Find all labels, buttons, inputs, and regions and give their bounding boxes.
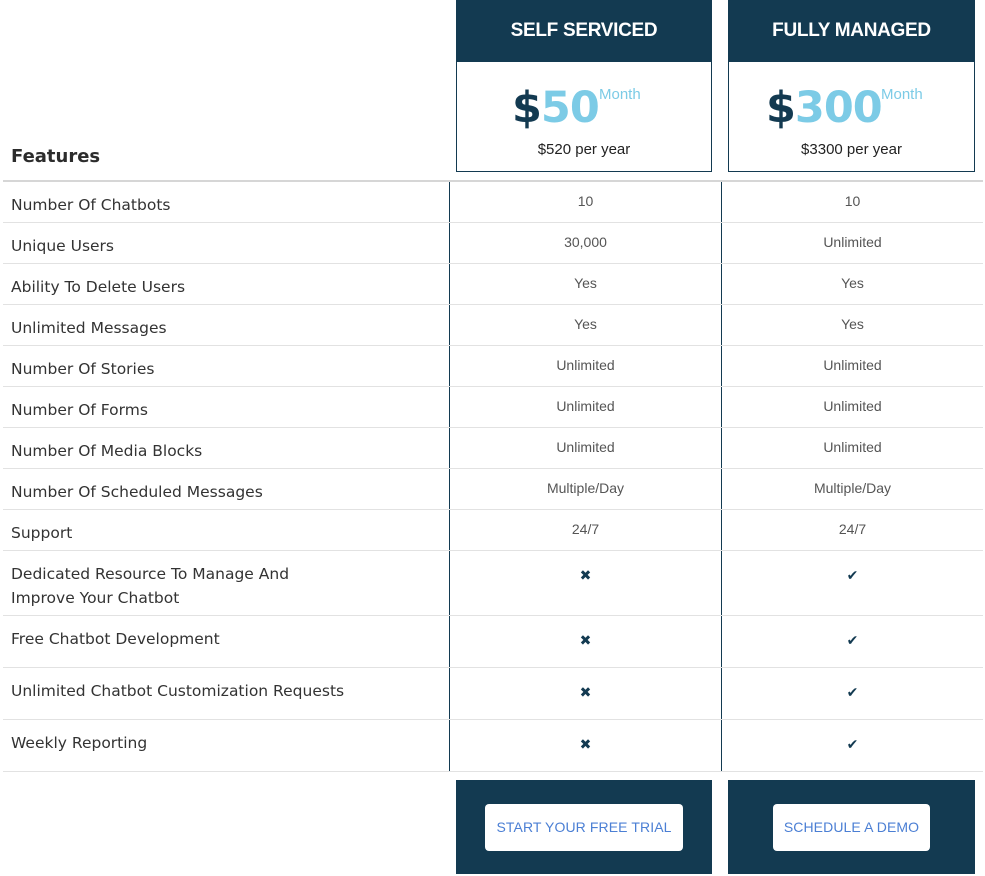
check-icon: ✔ [846, 568, 859, 584]
price-yearly: $520 per year [537, 141, 631, 158]
feature-label: Number Of Media Blocks [11, 442, 203, 460]
fully-managed-value: 24/7 [721, 510, 983, 550]
price-amount: 300 [794, 83, 883, 133]
price-currency: $ [766, 83, 796, 133]
fully-managed-value: 10 [721, 182, 983, 222]
plan-title: SELF SERVICED [456, 0, 712, 62]
fully-managed-value: Unlimited [721, 346, 983, 386]
check-icon: ✔ [846, 685, 859, 701]
feature-label: Ability To Delete Users [11, 278, 186, 296]
table-row: Support 24/7 24/7 [3, 510, 983, 551]
fully-managed-value: Unlimited [721, 223, 983, 263]
self-serviced-value: Unlimited [449, 387, 721, 427]
self-serviced-value: 30,000 [449, 223, 721, 263]
price-currency: $ [512, 83, 542, 133]
self-serviced-value: Yes [449, 264, 721, 304]
feature-label: Unlimited Messages [11, 319, 167, 337]
table-row: Number Of Forms Unlimited Unlimited [3, 387, 983, 428]
fully-managed-value: ✔ [721, 668, 983, 719]
plan-title: FULLY MANAGED [728, 0, 975, 62]
plan-fully-managed: FULLY MANAGED $300 Month $3300 per year [728, 0, 975, 172]
feature-label: Number Of Chatbots [11, 196, 171, 214]
fully-managed-value: ✔ [721, 551, 983, 615]
fully-managed-value: ✔ [721, 720, 983, 771]
table-row: Number Of Media Blocks Unlimited Unlimit… [3, 428, 983, 469]
feature-label: Number Of Scheduled Messages [11, 483, 263, 501]
cross-icon: ✖ [579, 737, 592, 753]
self-serviced-value: ✖ [449, 720, 721, 771]
table-row: Weekly Reporting ✖ ✔ [3, 720, 983, 772]
self-serviced-value: Unlimited [449, 428, 721, 468]
table-row: Ability To Delete Users Yes Yes [3, 264, 983, 305]
table-row: Unlimited Chatbot Customization Requests… [3, 668, 983, 720]
self-serviced-value: Yes [449, 305, 721, 345]
self-serviced-cta-panel: START YOUR FREE TRIAL [456, 780, 712, 874]
price-period: Month [881, 86, 923, 103]
table-row: Unlimited Messages Yes Yes [3, 305, 983, 346]
start-free-trial-button[interactable]: START YOUR FREE TRIAL [485, 803, 683, 851]
feature-label: Unique Users [11, 237, 115, 255]
price-yearly: $3300 per year [801, 141, 902, 158]
table-row: Free Chatbot Development ✖ ✔ [3, 616, 983, 668]
comparison-table: Number Of Chatbots 10 10 Unique Users 30… [3, 180, 983, 772]
table-row: Unique Users 30,000 Unlimited [3, 223, 983, 264]
feature-label: Support [11, 524, 73, 542]
self-serviced-value: Unlimited [449, 346, 721, 386]
plan-price-box: $50 Month $520 per year [456, 62, 712, 172]
fully-managed-value: Multiple/Day [721, 469, 983, 509]
feature-label: Unlimited Chatbot Customization Requests [11, 682, 345, 700]
price-value: $50 [512, 80, 600, 136]
plan-price-box: $300 Month $3300 per year [728, 62, 975, 172]
cross-icon: ✖ [579, 568, 592, 584]
price-amount: 50 [540, 83, 600, 133]
price-period: Month [599, 86, 641, 103]
features-heading: Features [11, 146, 101, 167]
self-serviced-value: ✖ [449, 668, 721, 719]
self-serviced-value: ✖ [449, 551, 721, 615]
cross-icon: ✖ [579, 685, 592, 701]
fully-managed-value: Yes [721, 305, 983, 345]
feature-label: Number Of Forms [11, 401, 148, 419]
table-row: Number Of Chatbots 10 10 [3, 182, 983, 223]
check-icon: ✔ [846, 737, 859, 753]
fully-managed-value: Unlimited [721, 428, 983, 468]
fully-managed-value: Yes [721, 264, 983, 304]
self-serviced-value: 10 [449, 182, 721, 222]
feature-label: Free Chatbot Development [11, 630, 220, 648]
feature-label: Number Of Stories [11, 360, 155, 378]
self-serviced-value: Multiple/Day [449, 469, 721, 509]
table-row: Number Of Scheduled Messages Multiple/Da… [3, 469, 983, 510]
feature-label: Weekly Reporting [11, 734, 148, 752]
fully-managed-value: Unlimited [721, 387, 983, 427]
self-serviced-value: ✖ [449, 616, 721, 667]
fully-managed-cta-panel: SCHEDULE A DEMO [728, 780, 975, 874]
table-row: Number Of Stories Unlimited Unlimited [3, 346, 983, 387]
schedule-demo-button[interactable]: SCHEDULE A DEMO [772, 803, 931, 851]
feature-label: Dedicated Resource To Manage And Improve… [11, 565, 290, 607]
check-icon: ✔ [846, 633, 859, 649]
price-value: $300 [766, 80, 883, 136]
cross-icon: ✖ [579, 633, 592, 649]
plan-self-serviced: SELF SERVICED $50 Month $520 per year [456, 0, 712, 172]
self-serviced-value: 24/7 [449, 510, 721, 550]
table-row: Dedicated Resource To Manage And Improve… [3, 551, 983, 616]
fully-managed-value: ✔ [721, 616, 983, 667]
